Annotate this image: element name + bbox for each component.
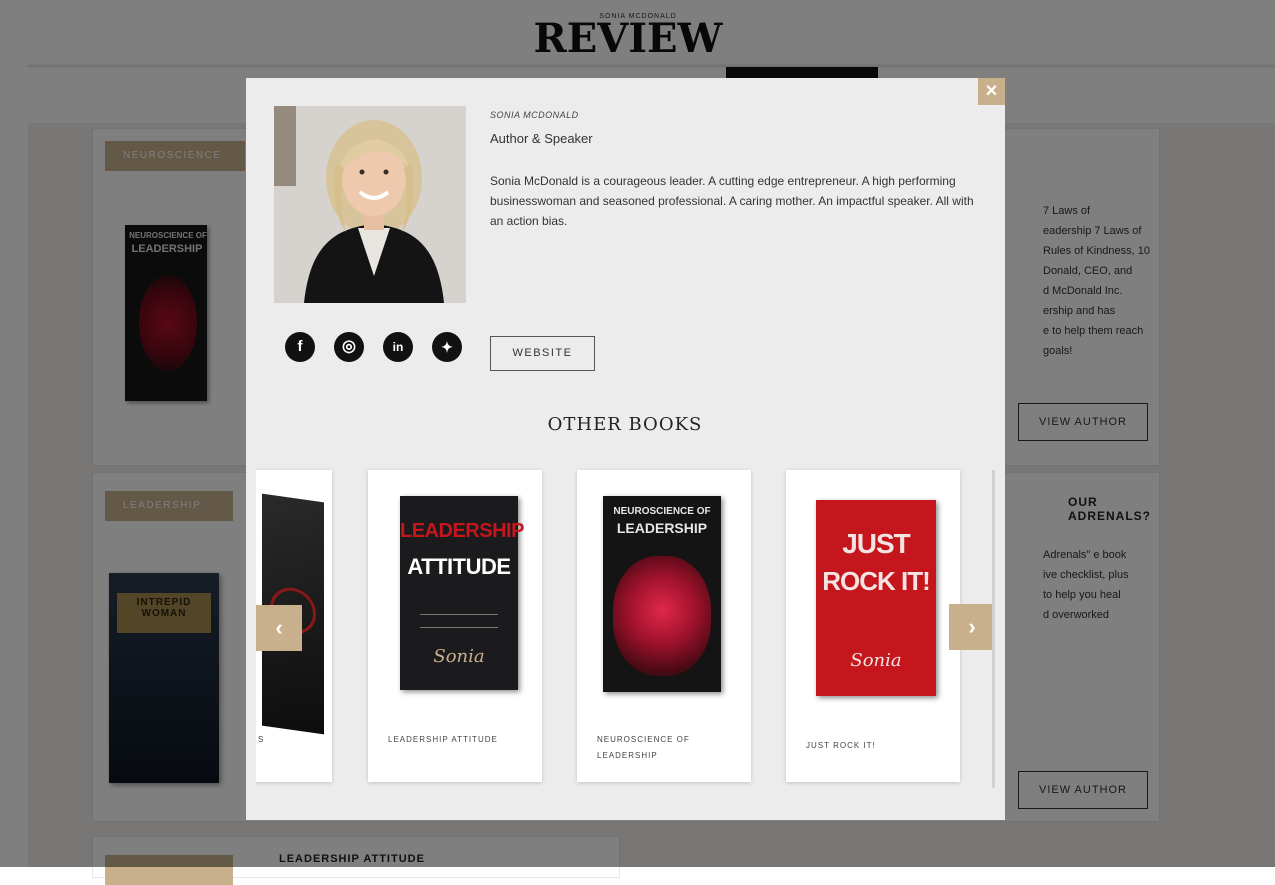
cover-title-small: NEUROSCIENCE OF (613, 506, 711, 517)
cover-signature: Sonia (433, 646, 485, 667)
book-card[interactable]: JUST ROCK IT! Sonia JUST ROCK IT! (786, 470, 960, 782)
website-button[interactable]: WEBSITE (490, 336, 595, 371)
book-card[interactable]: LEADERSHIP ATTITUDE Sonia LEADERSHIP ATT… (368, 470, 542, 782)
cover-art-red (613, 556, 711, 676)
carousel-next-button[interactable]: › (949, 604, 995, 650)
facebook-icon[interactable]: f (285, 332, 315, 362)
author-photo (274, 106, 466, 303)
close-button[interactable]: × (978, 78, 1005, 105)
cover-title-white: ATTITUDE (407, 554, 511, 579)
author-portrait (274, 106, 466, 303)
linkedin-icon[interactable]: in (383, 332, 413, 362)
book-label: LEADERSHIP ATTITUDE (388, 735, 498, 744)
cover-title-red: LEADERSHIP (400, 520, 524, 542)
carousel-scrollbar[interactable] (992, 470, 995, 788)
book-label: NEUROSCIENCE OF LEADERSHIP (597, 735, 690, 760)
book-card[interactable]: NEUROSCIENCE OF LEADERSHIP NEUROSCIENCE … (577, 470, 751, 782)
cover-signature: Sonia (850, 650, 902, 671)
books-carousel: S LEADERSHIP ATTITUDE Sonia LEADERSHIP A… (256, 466, 996, 790)
carousel-prev-button[interactable]: ‹ (256, 605, 302, 651)
author-role: Author & Speaker (490, 131, 593, 146)
book-cover-neuroscience: NEUROSCIENCE OF LEADERSHIP (603, 496, 721, 692)
cover-title-large: LEADERSHIP (616, 520, 708, 536)
author-name: SONIA MCDONALD (490, 110, 579, 120)
book-cover-just-rock-it: JUST ROCK IT! Sonia (816, 500, 936, 696)
cover-title-line2: ROCK IT! (822, 566, 931, 596)
other-books-title: OTHER BOOKS (547, 414, 703, 435)
book-cover-leadership-attitude: LEADERSHIP ATTITUDE Sonia (400, 496, 524, 690)
book-label: JUST ROCK IT! (806, 741, 876, 750)
twitter-icon[interactable]: ✦ (432, 332, 462, 362)
author-bio: Sonia McDonald is a courageous leader. A… (490, 174, 974, 228)
cover-tagline (420, 614, 498, 628)
cover-title-line1: JUST (842, 528, 911, 559)
instagram-icon[interactable]: ◎ (334, 332, 364, 362)
